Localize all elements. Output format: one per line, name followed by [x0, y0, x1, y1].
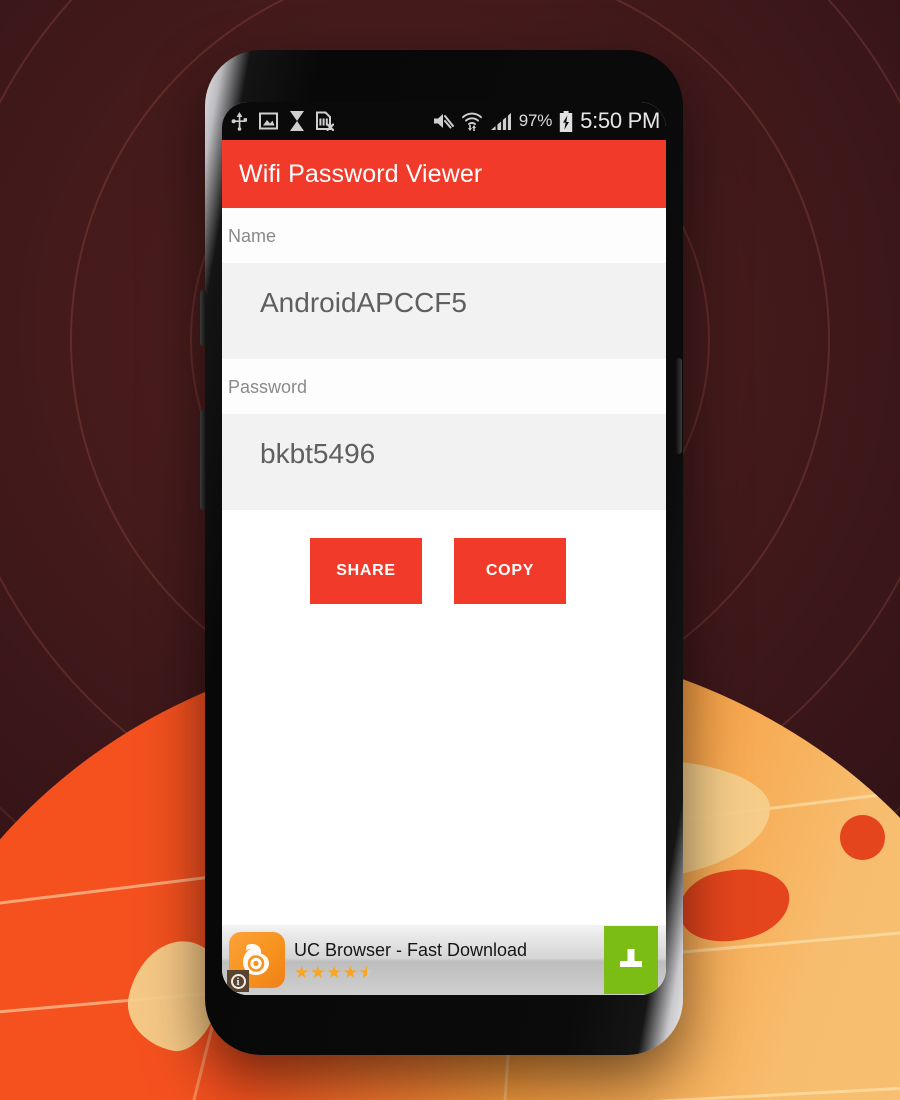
page-title: Wifi Password Viewer	[239, 159, 483, 188]
phone-screen: 97% 5:50 PM Wifi Password Viewer Name An…	[222, 102, 666, 995]
hourglass-icon	[290, 111, 304, 131]
main-content: Name AndroidAPCCF5 Password bkbt5496 SHA…	[222, 208, 666, 995]
signal-bars-icon	[490, 112, 511, 131]
battery-charging-icon	[559, 110, 573, 132]
ad-info-badge-label: i	[230, 973, 246, 989]
globe-landmass	[674, 860, 796, 950]
ad-rating-stars: ★ ★ ★ ★ ★★	[294, 964, 604, 981]
wifi-transfer-icon	[461, 112, 482, 131]
battery-percentage: 97%	[518, 111, 553, 130]
status-bar-left-icons	[231, 111, 334, 131]
ad-banner[interactable]: i UC Browser - Fast Download ★ ★ ★ ★ ★★	[222, 925, 666, 995]
sim-card-error-icon	[316, 111, 334, 131]
ad-info-badge[interactable]: i	[227, 970, 249, 992]
globe-landmass	[840, 815, 885, 860]
ad-app-name: UC Browser - Fast Download	[294, 939, 528, 960]
star-icon: ★	[294, 962, 310, 982]
app-bar: Wifi Password Viewer	[222, 140, 666, 208]
star-half-icon: ★★	[359, 962, 375, 982]
password-field-label: Password	[222, 359, 666, 414]
ad-text-block: UC Browser - Fast Download ★ ★ ★ ★ ★★	[294, 940, 604, 981]
ad-icon-container: i	[227, 932, 285, 992]
globe-latitude-line	[0, 1079, 900, 1100]
share-button[interactable]: SHARE	[310, 538, 422, 604]
usb-icon	[231, 111, 247, 131]
name-field-label: Name	[222, 208, 666, 263]
download-install-icon	[620, 949, 642, 967]
power-button[interactable]	[676, 358, 682, 454]
mute-icon	[433, 114, 454, 129]
ad-install-button[interactable]	[604, 926, 658, 994]
action-button-row: SHARE COPY	[222, 510, 666, 604]
phone-device-frame: 97% 5:50 PM Wifi Password Viewer Name An…	[205, 50, 683, 1055]
name-field-value[interactable]: AndroidAPCCF5	[222, 263, 666, 359]
star-icon: ★	[326, 962, 342, 982]
star-icon: ★	[310, 962, 326, 982]
password-field-value[interactable]: bkbt5496	[222, 414, 666, 510]
volume-down-button[interactable]	[200, 410, 206, 510]
status-bar-right-icons: 97% 5:50 PM	[433, 108, 660, 134]
status-bar-clock: 5:50 PM	[580, 108, 660, 133]
status-bar: 97% 5:50 PM	[222, 102, 666, 140]
screenshot-icon	[259, 112, 278, 130]
copy-button[interactable]: COPY	[454, 538, 566, 604]
volume-up-button[interactable]	[200, 290, 206, 346]
content-spacer	[222, 604, 666, 925]
phone-bezel: 97% 5:50 PM Wifi Password Viewer Name An…	[222, 102, 666, 995]
star-icon: ★	[342, 962, 358, 982]
